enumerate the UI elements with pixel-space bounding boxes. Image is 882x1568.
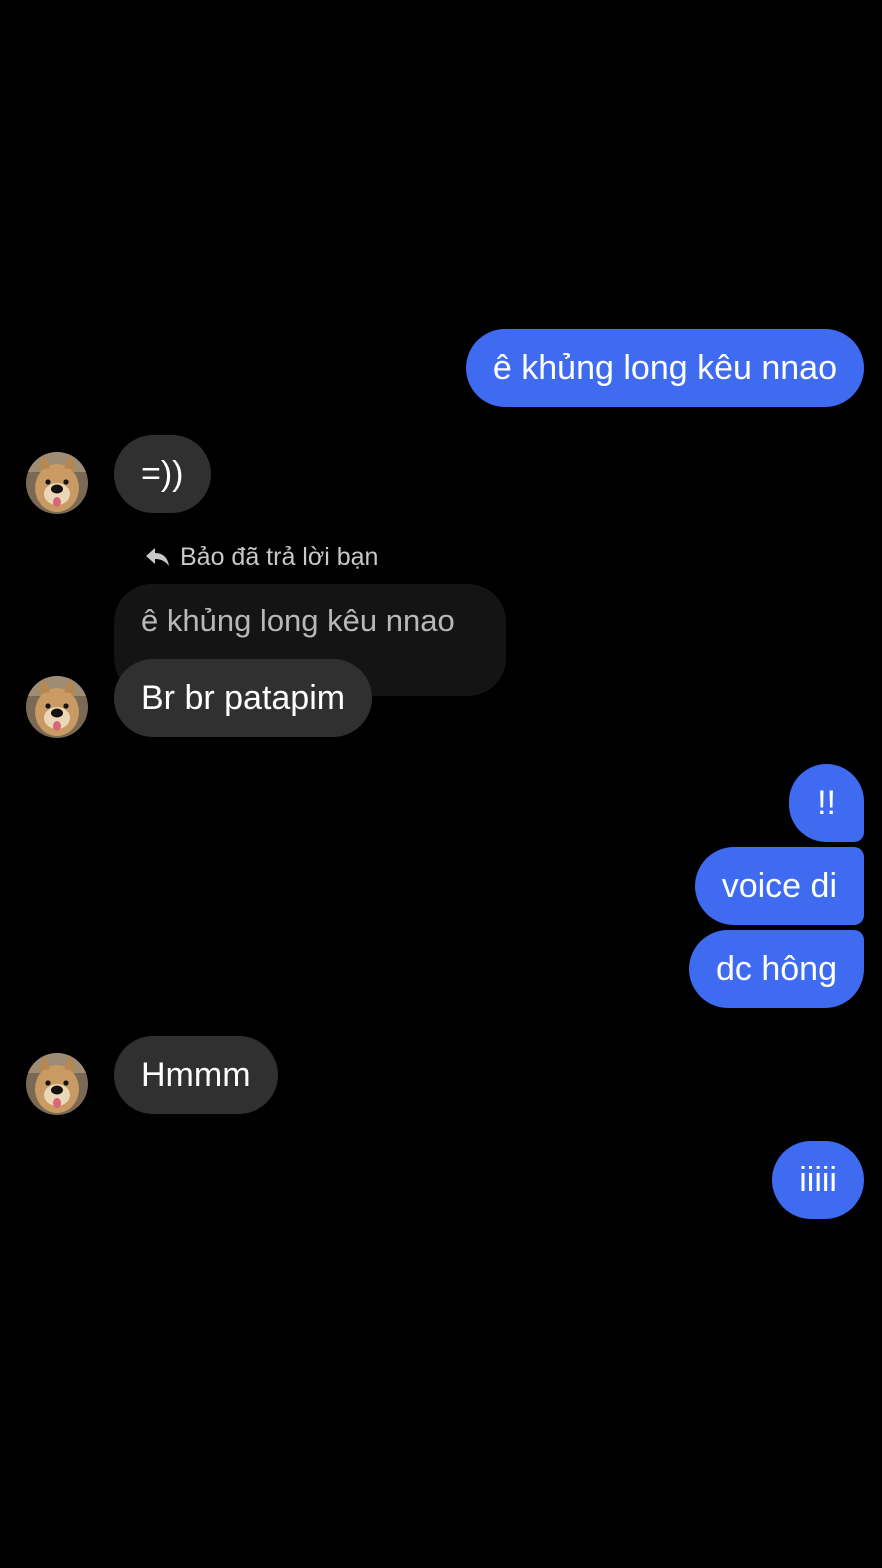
reply-arrow-icon	[146, 548, 169, 566]
message-text: Hmmm	[141, 1055, 251, 1094]
message-text: dc hông	[716, 949, 837, 988]
message-text: iiiii	[799, 1160, 837, 1199]
message-text: =))	[141, 454, 184, 493]
message-text: Br br patapim	[141, 678, 346, 717]
contact-avatar[interactable]	[26, 676, 88, 738]
incoming-message-bubble[interactable]: Hmmm	[114, 1036, 278, 1114]
outgoing-message-bubble[interactable]: ê khủng long kêu nnao	[465, 329, 864, 407]
quoted-message-text: ê khủng long kêu nnao	[141, 603, 455, 638]
reply-indicator: Bảo đã trả lời bạn	[144, 540, 378, 574]
incoming-message-bubble[interactable]: =))	[114, 435, 211, 513]
contact-avatar[interactable]	[26, 452, 88, 514]
dog-avatar-image	[26, 1053, 88, 1115]
message-text: voice di	[721, 866, 837, 905]
dog-avatar-image	[26, 676, 88, 738]
contact-avatar[interactable]	[26, 1053, 88, 1115]
outgoing-message-bubble[interactable]: dc hông	[689, 930, 864, 1008]
outgoing-message-bubble[interactable]: voice di	[694, 847, 864, 925]
message-text: ê khủng long kêu nnao	[492, 348, 837, 387]
message-text: !!	[817, 783, 836, 822]
outgoing-message-bubble[interactable]: iiiii	[772, 1141, 864, 1219]
dog-avatar-image	[26, 452, 88, 514]
incoming-message-bubble[interactable]: Br br patapim	[114, 659, 373, 737]
reply-label-text: Bảo đã trả lời bạn	[180, 542, 379, 571]
outgoing-message-bubble[interactable]: !!	[789, 764, 864, 842]
